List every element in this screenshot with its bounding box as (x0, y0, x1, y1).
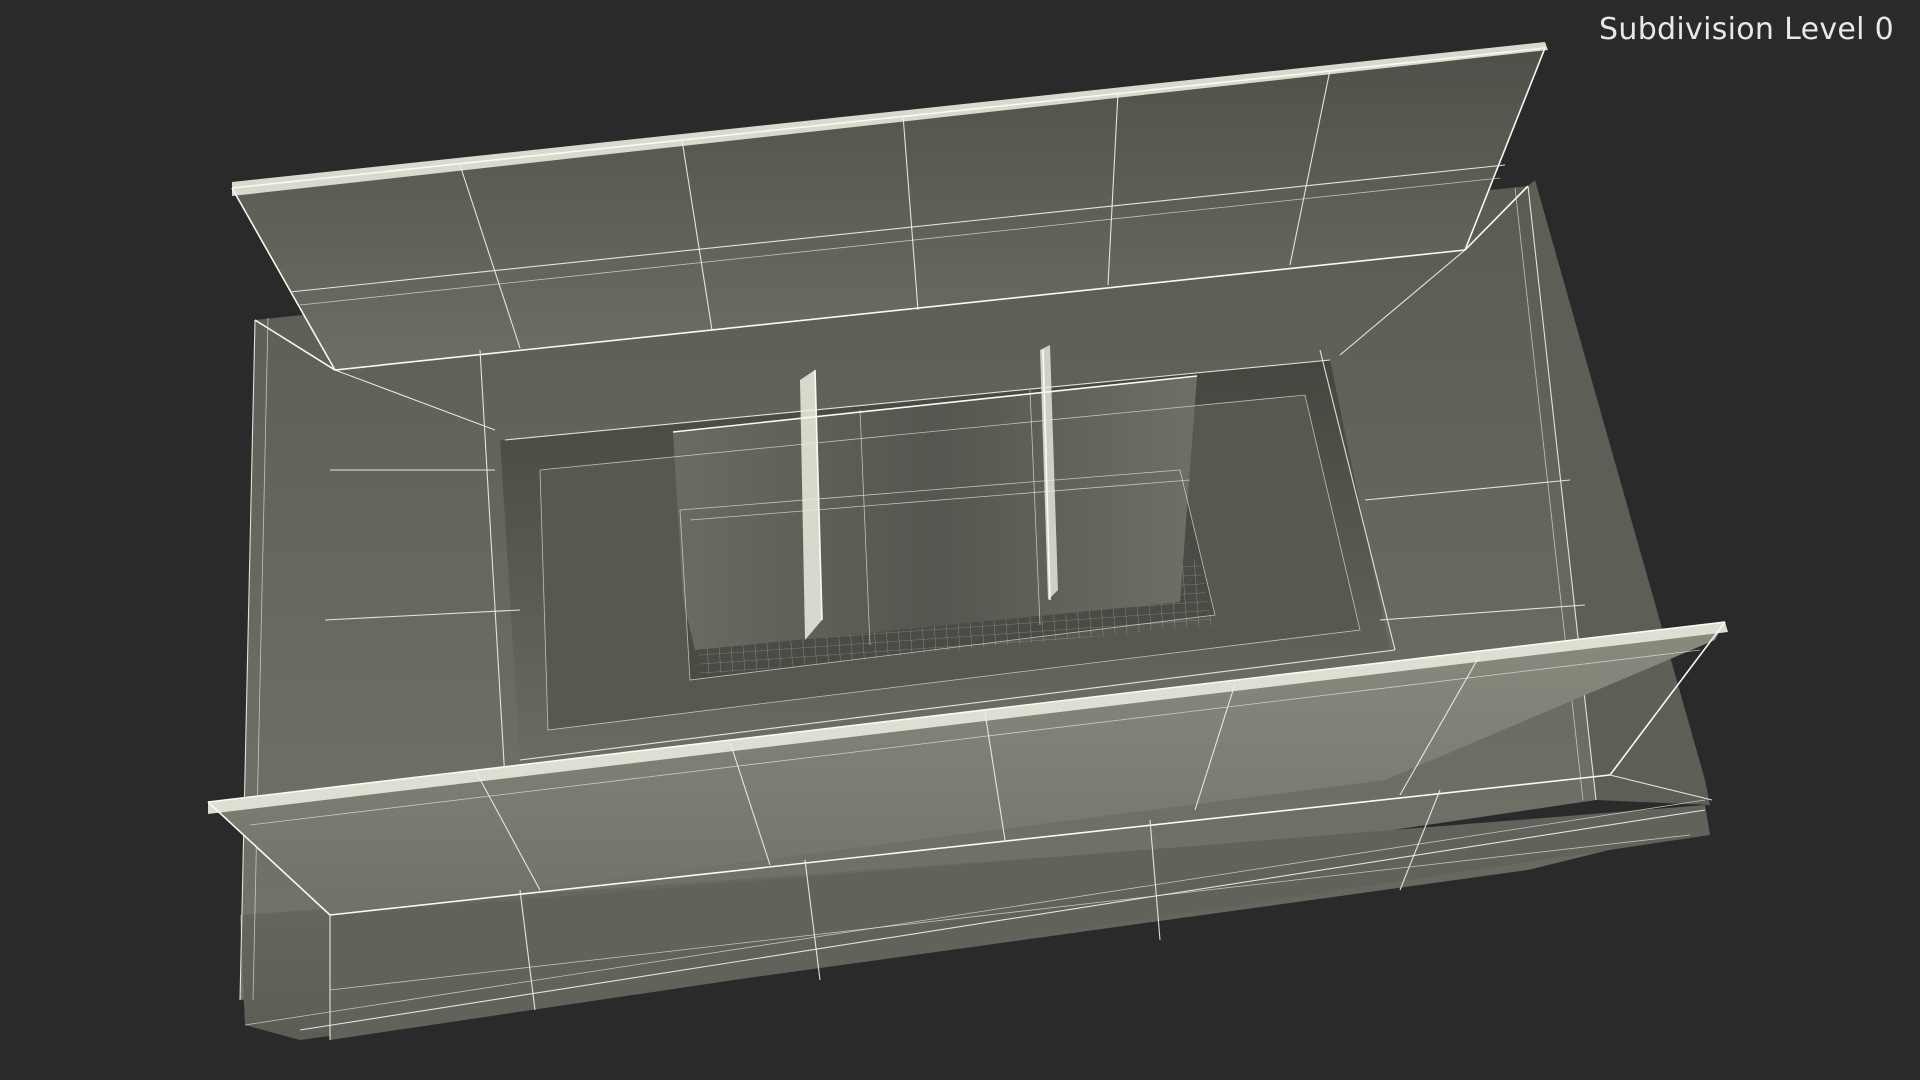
subdivision-level-label: Subdivision Level 0 (1599, 12, 1894, 47)
3d-viewport[interactable]: Subdivision Level 0 (0, 0, 1920, 1080)
mesh-render (207, 42, 1728, 1040)
